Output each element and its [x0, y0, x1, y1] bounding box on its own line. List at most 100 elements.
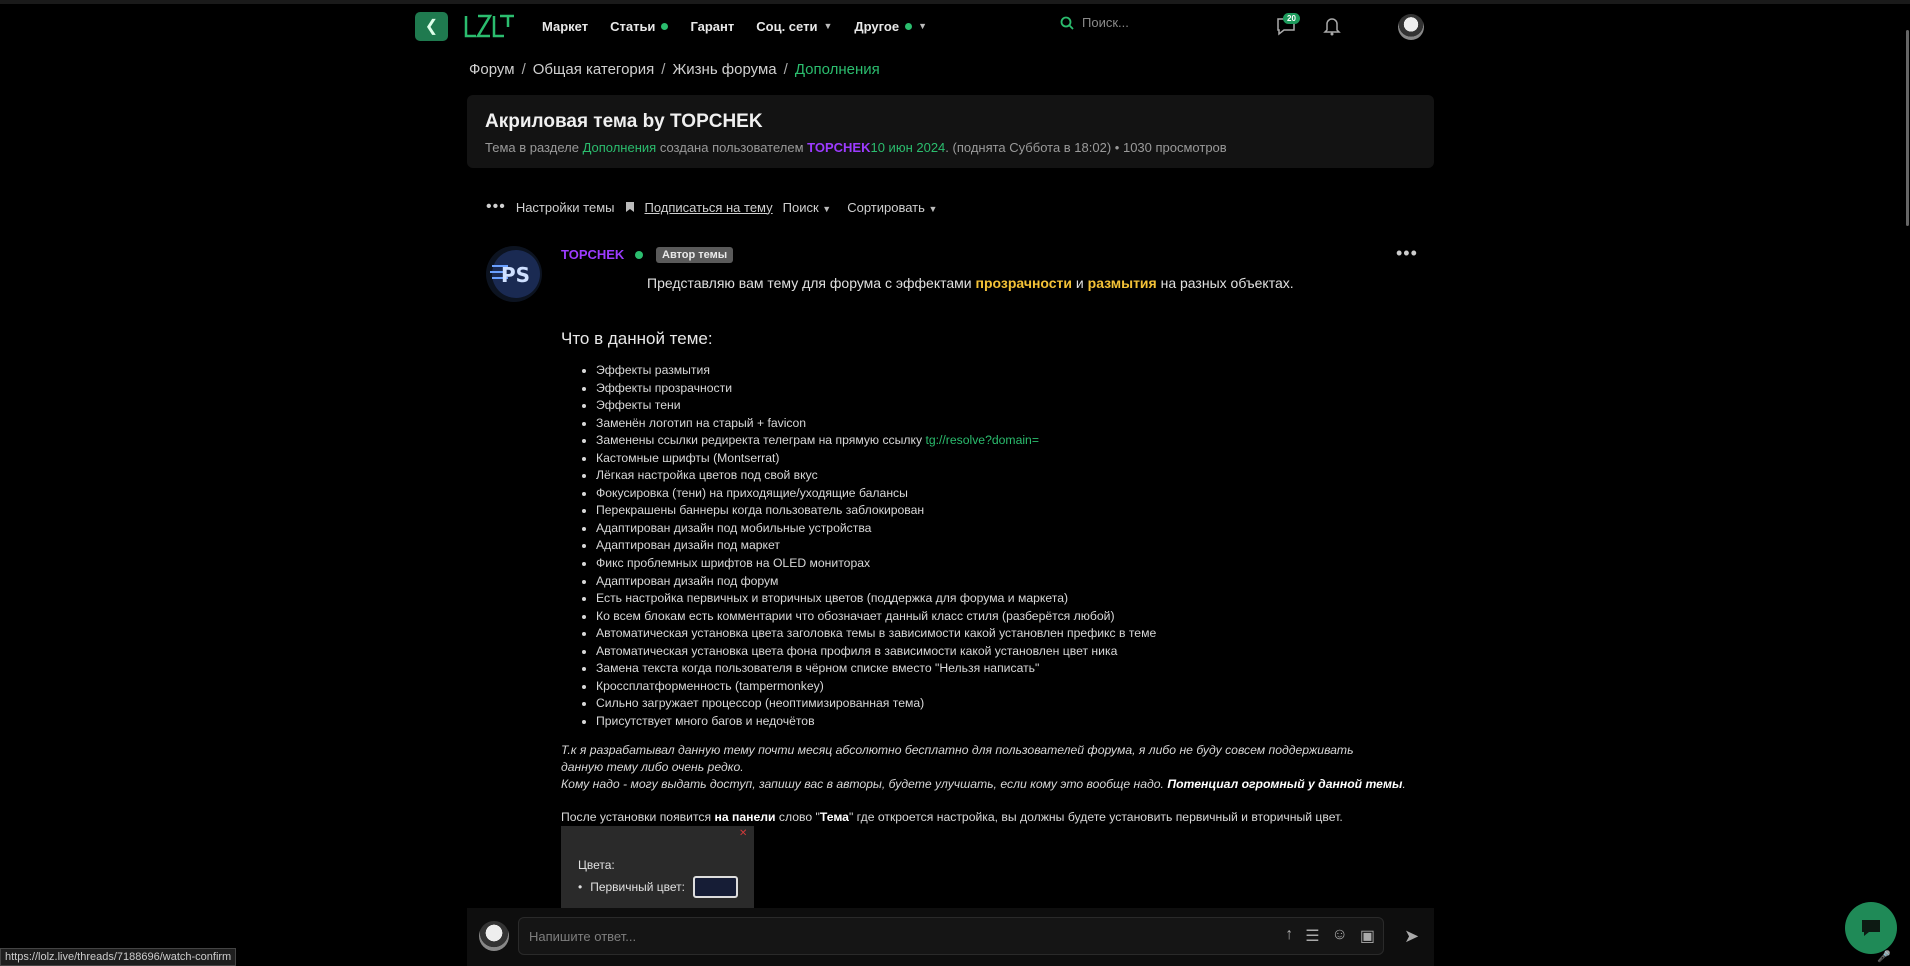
chevron-down-icon: ▼ — [823, 21, 833, 31]
list-item: Замена текста когда пользователя в чёрно… — [596, 660, 1156, 678]
status-dot — [905, 22, 913, 30]
intro-highlight: прозрачности — [975, 275, 1073, 291]
paragraph-text: " где откроется настройка, вы должны буд… — [848, 810, 1343, 824]
breadcrumb-separator: / — [521, 61, 526, 78]
post-more-icon[interactable]: ••• — [1396, 243, 1418, 264]
online-status-dot — [635, 251, 643, 259]
list-item: Автоматическая установка цвета заголовка… — [596, 625, 1156, 643]
send-icon[interactable]: ➤ — [1404, 926, 1419, 947]
back-button[interactable]: ❮ — [415, 11, 448, 41]
list-item: Автоматическая установка цвета фона проф… — [596, 643, 1156, 661]
preview-colors-label: Цвета: — [578, 858, 615, 872]
image-icon[interactable]: ▣ — [1360, 926, 1375, 946]
nav-label: Соц. сети — [756, 18, 818, 34]
nav-label: Статьи — [610, 18, 656, 34]
post-intro: Представляю вам тему для форума с эффект… — [647, 275, 1294, 291]
section-title: Что в данной теме: — [561, 329, 713, 348]
nav-guarantee[interactable]: Гарант — [690, 19, 734, 34]
more-dots-icon: ••• — [486, 198, 506, 215]
user-avatar[interactable] — [1398, 14, 1424, 40]
list-item: Фикс проблемных шрифтов на OLED монитора… — [596, 555, 1156, 573]
bell-icon[interactable] — [1323, 16, 1341, 36]
svg-text:PS: PS — [501, 263, 530, 287]
intro-text: и — [1075, 275, 1084, 291]
post-author-name[interactable]: TOPCHEK — [561, 247, 624, 262]
preview-primary-label: Первичный цвет: — [590, 880, 686, 894]
nav-articles[interactable]: Статьи — [610, 18, 669, 34]
thread-search-button[interactable]: Поиск ▼ — [783, 200, 832, 215]
post-paragraph: Кому надо - могу выдать доступ, запишу в… — [561, 777, 1406, 791]
paragraph-bold: на панели — [714, 810, 776, 824]
list-item: Перекрашены баннеры когда пользователь з… — [596, 502, 1156, 520]
chevron-down-icon: ▼ — [928, 203, 938, 214]
site-logo[interactable] — [464, 13, 516, 39]
sort-label: Сортировать — [847, 199, 925, 215]
paragraph-bold: Потенциал огромный у данной темы — [1167, 777, 1403, 791]
status-bar-url: https://lolz.live/threads/7188696/watch-… — [0, 948, 237, 966]
post-paragraph: данную тему либо очень редко. — [561, 760, 744, 774]
thread-search-label: Поиск — [782, 199, 819, 215]
meta-text: Тема в разделе — [485, 140, 579, 155]
window-top-edge — [0, 0, 1910, 4]
emoji-icon[interactable]: ☺ — [1332, 926, 1348, 946]
preview-bullet: • — [578, 880, 583, 894]
breadcrumb-current[interactable]: Дополнения — [795, 61, 880, 78]
breadcrumb-item[interactable]: Общая категория — [533, 61, 655, 78]
nav-market[interactable]: Маркет — [542, 19, 588, 34]
list-item: Кроссплатформенность (tampermonkey) — [596, 678, 1156, 696]
reply-input[interactable]: Напишите ответ... ↑ ☰ ☺ ▣ — [518, 917, 1384, 955]
list-item: Ко всем блокам есть комментарии что обоз… — [596, 608, 1156, 626]
tg-link[interactable]: tg://resolve?domain= — [925, 433, 1038, 447]
thread-title: Акриловая тема by TOPCHEK — [485, 111, 763, 132]
post-paragraph: Т.к я разрабатывал данную тему почти мес… — [561, 743, 1354, 757]
intro-highlight: размытия — [1087, 275, 1157, 291]
nav-social[interactable]: Соц. сети ▼ — [756, 19, 832, 34]
mic-icon[interactable]: 🎤 — [1877, 950, 1891, 963]
subscribe-link[interactable]: Подписаться на тему — [645, 200, 773, 215]
chat-button[interactable] — [1845, 902, 1897, 954]
thread-meta: Тема в разделе Дополнения создана пользо… — [485, 140, 1227, 155]
breadcrumb: Форум / Общая категория / Жизнь форума /… — [469, 61, 880, 78]
paragraph-text: После установки появится — [561, 810, 712, 824]
nav-label: Маркет — [542, 18, 589, 34]
thread-controls: ••• Настройки темы Подписаться на тему П… — [486, 198, 937, 216]
reply-placeholder: Напишите ответ... — [529, 929, 637, 944]
status-dot — [661, 22, 669, 30]
thread-settings-button[interactable]: Настройки темы — [516, 200, 615, 215]
list-item: Присутствует много багов и недочётов — [596, 713, 1156, 731]
page-scrollbar[interactable] — [1906, 30, 1909, 226]
list-icon[interactable]: ☰ — [1305, 926, 1319, 946]
chevron-down-icon: ▼ — [918, 21, 927, 31]
meta-section-link[interactable]: Дополнения — [583, 140, 657, 155]
nav-other[interactable]: Другое ▼ — [854, 19, 927, 34]
list-item: Лёгкая настройка цветов под свой вкус — [596, 467, 1156, 485]
thread-author-badge: Автор темы — [656, 247, 734, 263]
post-paragraph: После установки появится на панели слово… — [561, 809, 1343, 826]
reply-avatar — [479, 921, 509, 951]
paragraph-text: Кому надо - могу выдать доступ, запишу в… — [561, 777, 1164, 791]
meta-author-link[interactable]: TOPCHEK — [807, 140, 870, 155]
post-author-avatar[interactable]: PS — [486, 246, 542, 302]
paragraph-bold: Тема — [819, 810, 849, 824]
breadcrumb-item[interactable]: Форум — [469, 61, 515, 78]
main-nav: Маркет Статьи Гарант Соц. сети ▼ Другое ▼ — [542, 19, 949, 34]
preview-primary-row: • Первичный цвет: — [578, 876, 739, 898]
search-input[interactable]: Поиск... — [1082, 15, 1129, 30]
search-box[interactable]: Поиск... — [1060, 15, 1129, 30]
meta-views: • 1030 просмотров — [1114, 140, 1227, 155]
nav-label: Гарант — [690, 18, 735, 34]
meta-date: 10 июн 2024 — [870, 140, 946, 155]
reply-toolbar: ↑ ☰ ☺ ▣ — [1285, 926, 1375, 946]
sort-button[interactable]: Сортировать ▼ — [847, 200, 937, 215]
list-item: Эффекты прозрачности — [596, 380, 1156, 398]
list-item: Кастомные шрифты (Montserrat) — [596, 450, 1156, 468]
list-item: Фокусировка (тени) на приходящие/уходящи… — [596, 485, 1156, 503]
primary-color-swatch — [693, 876, 739, 898]
meta-bumped: . (поднята Суббота в 18:02) — [945, 140, 1112, 155]
breadcrumb-item[interactable]: Жизнь форума — [672, 61, 776, 78]
feature-list: Эффекты размытия Эффекты прозрачности Эф… — [596, 362, 1156, 730]
arrow-up-icon[interactable]: ↑ — [1285, 926, 1293, 946]
thread-header: Акриловая тема by TOPCHEK Тема в разделе… — [467, 95, 1434, 168]
meta-text: создана пользователем — [659, 140, 804, 155]
list-item: Эффекты размытия — [596, 362, 1156, 380]
